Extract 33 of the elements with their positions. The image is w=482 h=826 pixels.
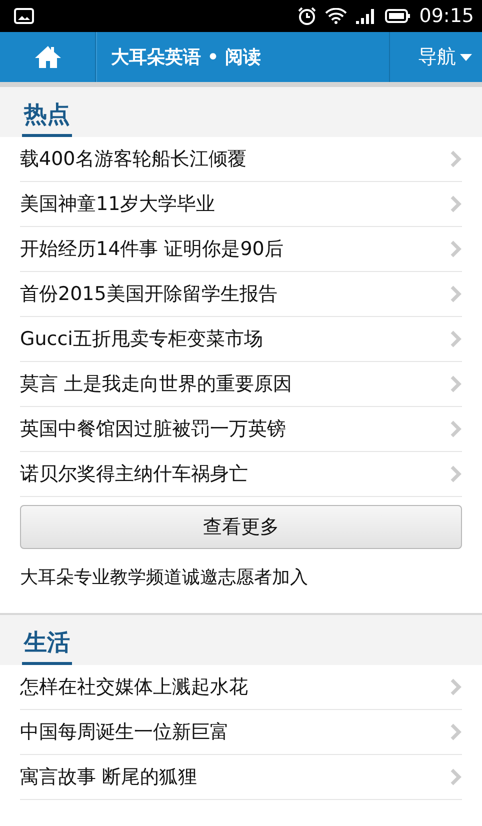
section-title: 生活: [22, 630, 72, 665]
chevron-icon: [450, 420, 462, 438]
clock-time: 09:15: [419, 5, 474, 27]
article-item[interactable]: 寓言故事 断尾的狐狸: [20, 755, 462, 800]
article-item[interactable]: Gucci五折甩卖专柜变菜市场: [20, 317, 462, 362]
chevron-icon: [450, 330, 462, 348]
article-item[interactable]: 美国神童11岁大学毕业: [20, 182, 462, 227]
chevron-icon: [450, 375, 462, 393]
wifi-icon: [325, 8, 348, 24]
chevron-icon: [450, 285, 462, 303]
article-item[interactable]: 开始经历14件事 证明你是90后: [20, 227, 462, 272]
chevron-icon: [450, 678, 462, 696]
more-button[interactable]: 查看更多: [20, 505, 462, 549]
article-item[interactable]: 诺贝尔奖得主纳什车祸身亡: [20, 452, 462, 497]
section-title: 热点: [22, 102, 72, 137]
alarm-icon: [297, 7, 318, 25]
article-item[interactable]: 莫言 土是我走向世界的重要原因: [20, 362, 462, 407]
article-item[interactable]: 中国每周诞生一位新巨富: [20, 710, 462, 755]
chevron-icon: [450, 768, 462, 786]
article-item[interactable]: 英国中餐馆因过脏被罚一万英镑: [20, 407, 462, 452]
chevron-icon: [450, 465, 462, 483]
chevron-icon: [450, 195, 462, 213]
chevron-icon: [450, 240, 462, 258]
article-item[interactable]: 首份2015美国开除留学生报告: [20, 272, 462, 317]
volunteer-link[interactable]: 大耳朵专业教学频道诚邀志愿者加入: [20, 549, 462, 605]
chevron-icon: [450, 723, 462, 741]
home-icon: [34, 45, 62, 69]
chevron-icon: [450, 150, 462, 168]
battery-icon: [385, 8, 412, 24]
image-icon: [14, 8, 34, 24]
caret-icon: [460, 54, 472, 60]
article-item[interactable]: 怎样在社交媒体上溅起水花: [20, 665, 462, 710]
article-item[interactable]: 载400名游客轮船长江倾覆: [20, 137, 462, 182]
